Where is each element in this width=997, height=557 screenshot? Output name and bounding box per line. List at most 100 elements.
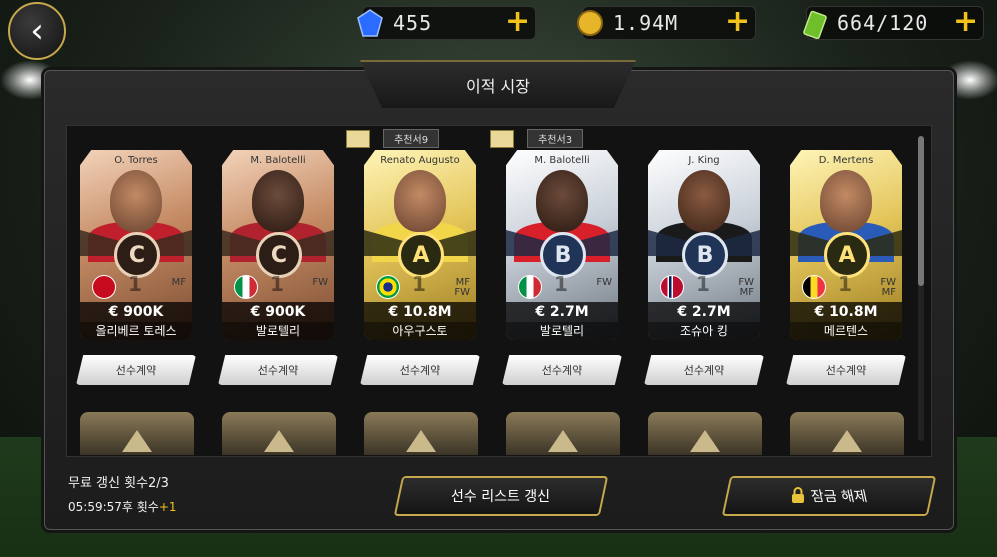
- player-level: 1: [270, 272, 284, 296]
- unlock-button[interactable]: 잠금 해제: [721, 476, 937, 516]
- blue-gem-icon: [357, 9, 383, 37]
- player-portrait: [678, 170, 730, 232]
- player-card[interactable]: M. Balotelli C 1 FW € 900K 발로텔리: [222, 150, 342, 340]
- energy-counter: 664/120 +: [803, 6, 984, 40]
- refresh-list-button[interactable]: 선수 리스트 갱신: [393, 476, 609, 516]
- gold-coin-icon: [577, 10, 603, 36]
- coin-value: 1.94M: [613, 11, 679, 35]
- player-portrait: [394, 170, 446, 232]
- player-price: € 10.8M: [364, 302, 476, 322]
- unlock-label: 잠금 해제: [809, 489, 869, 505]
- player-korean-name: 메르텐스: [790, 322, 902, 340]
- next-card-slot: [80, 412, 194, 455]
- card-player-name: M. Balotelli: [534, 155, 590, 166]
- placeholder-triangle-icon: [264, 430, 294, 452]
- sign-player-button[interactable]: 선수계약: [360, 355, 480, 385]
- recommend-label: 추천서3: [527, 129, 584, 148]
- flag-icon: [802, 275, 826, 299]
- card-frame: O. Torres C 1 MF € 900K 올리베르 토레스: [80, 150, 192, 340]
- sign-player-button[interactable]: 선수계약: [644, 355, 764, 385]
- player-korean-name: 발로텔리: [222, 322, 334, 340]
- recommend-label: 추천서9: [383, 129, 440, 148]
- player-portrait: [110, 170, 162, 232]
- player-card[interactable]: M. Balotelli B 1 FW € 2.7M 발로텔리: [506, 150, 626, 340]
- player-position: FW: [312, 277, 328, 288]
- next-card-slot: [506, 412, 620, 455]
- placeholder-triangle-icon: [832, 430, 862, 452]
- next-card-slot: [648, 412, 762, 455]
- title-tab: 이적 시장: [360, 60, 636, 108]
- player-korean-name: 올리베르 토레스: [80, 322, 192, 340]
- card-frame: D. Mertens A 1 FW MF € 10.8M 메르텐스: [790, 150, 902, 340]
- gem-counter: 455 +: [357, 6, 536, 40]
- player-level: 1: [838, 272, 852, 296]
- envelope-icon: [346, 129, 370, 148]
- card-frame: J. King B 1 FW MF € 2.7M 조슈아 킹: [648, 150, 760, 340]
- player-card[interactable]: Renato Augusto A 1 MF FW € 10.8M 아우구스토: [364, 150, 484, 340]
- page-title: 이적 시장: [466, 77, 530, 96]
- next-card-slot: [222, 412, 336, 455]
- player-card[interactable]: O. Torres C 1 MF € 900K 올리베르 토레스: [80, 150, 200, 340]
- card-player-name: J. King: [688, 155, 720, 166]
- flag-icon: [92, 275, 116, 299]
- flag-icon: [660, 275, 684, 299]
- card-player-name: Renato Augusto: [380, 155, 460, 166]
- sign-player-button[interactable]: 선수계약: [786, 355, 906, 385]
- player-level: 1: [696, 272, 710, 296]
- coin-counter: 1.94M +: [577, 6, 756, 40]
- placeholder-triangle-icon: [690, 430, 720, 452]
- player-price: € 900K: [80, 302, 192, 322]
- gem-value: 455: [393, 11, 433, 35]
- player-level: 1: [128, 272, 142, 296]
- sign-player-button[interactable]: 선수계약: [502, 355, 622, 385]
- player-level: 1: [554, 272, 568, 296]
- player-position: FW: [596, 277, 612, 288]
- card-frame: M. Balotelli B 1 FW € 2.7M 발로텔리: [506, 150, 618, 340]
- player-card[interactable]: D. Mertens A 1 FW MF € 10.8M 메르텐스: [790, 150, 910, 340]
- player-korean-name: 발로텔리: [506, 322, 618, 340]
- timer-text: 05:59:57후 횟수: [68, 500, 159, 514]
- card-frame: M. Balotelli C 1 FW € 900K 발로텔리: [222, 150, 334, 340]
- energy-value: 664/120: [837, 11, 929, 35]
- player-level: 1: [412, 272, 426, 296]
- sign-player-button[interactable]: 선수계약: [76, 355, 196, 385]
- player-portrait: [536, 170, 588, 232]
- player-position: FW MF: [738, 277, 754, 298]
- card-player-name: O. Torres: [114, 155, 158, 166]
- player-price: € 900K: [222, 302, 334, 322]
- placeholder-triangle-icon: [548, 430, 578, 452]
- add-gems-button[interactable]: +: [505, 7, 530, 37]
- player-price: € 2.7M: [648, 302, 760, 322]
- flag-icon: [518, 275, 542, 299]
- envelope-icon: [490, 129, 514, 148]
- placeholder-triangle-icon: [122, 430, 152, 452]
- scrollbar-thumb[interactable]: [918, 136, 924, 286]
- recommend-tag: 추천서9: [346, 128, 440, 148]
- next-card-slot: [790, 412, 904, 455]
- scrollbar[interactable]: [918, 136, 924, 441]
- back-arrow-icon: ‹: [30, 11, 44, 51]
- card-frame: Renato Augusto A 1 MF FW € 10.8M 아우구스토: [364, 150, 476, 340]
- back-button[interactable]: ‹: [8, 2, 66, 60]
- green-battery-icon: [803, 10, 827, 39]
- refresh-list-label: 선수 리스트 갱신: [451, 489, 551, 505]
- card-player-name: M. Balotelli: [250, 155, 306, 166]
- recommend-tag: 추천서3: [490, 128, 584, 148]
- player-price: € 10.8M: [790, 302, 902, 322]
- lock-icon: [792, 487, 804, 503]
- card-player-name: D. Mertens: [818, 155, 874, 166]
- player-card[interactable]: J. King B 1 FW MF € 2.7M 조슈아 킹: [648, 150, 768, 340]
- next-card-slot: [364, 412, 478, 455]
- add-coins-button[interactable]: +: [725, 7, 750, 37]
- player-position: MF: [171, 277, 186, 288]
- sign-player-button[interactable]: 선수계약: [218, 355, 338, 385]
- player-position: FW MF: [880, 277, 896, 298]
- placeholder-triangle-icon: [406, 430, 436, 452]
- add-energy-button[interactable]: +: [953, 7, 978, 37]
- flag-icon: [234, 275, 258, 299]
- player-korean-name: 조슈아 킹: [648, 322, 760, 340]
- refresh-timer: 05:59:57후 횟수+1: [68, 498, 177, 515]
- unlock-label-wrap: 잠금 해제: [791, 486, 869, 506]
- player-price: € 2.7M: [506, 302, 618, 322]
- player-position: MF FW: [454, 277, 470, 298]
